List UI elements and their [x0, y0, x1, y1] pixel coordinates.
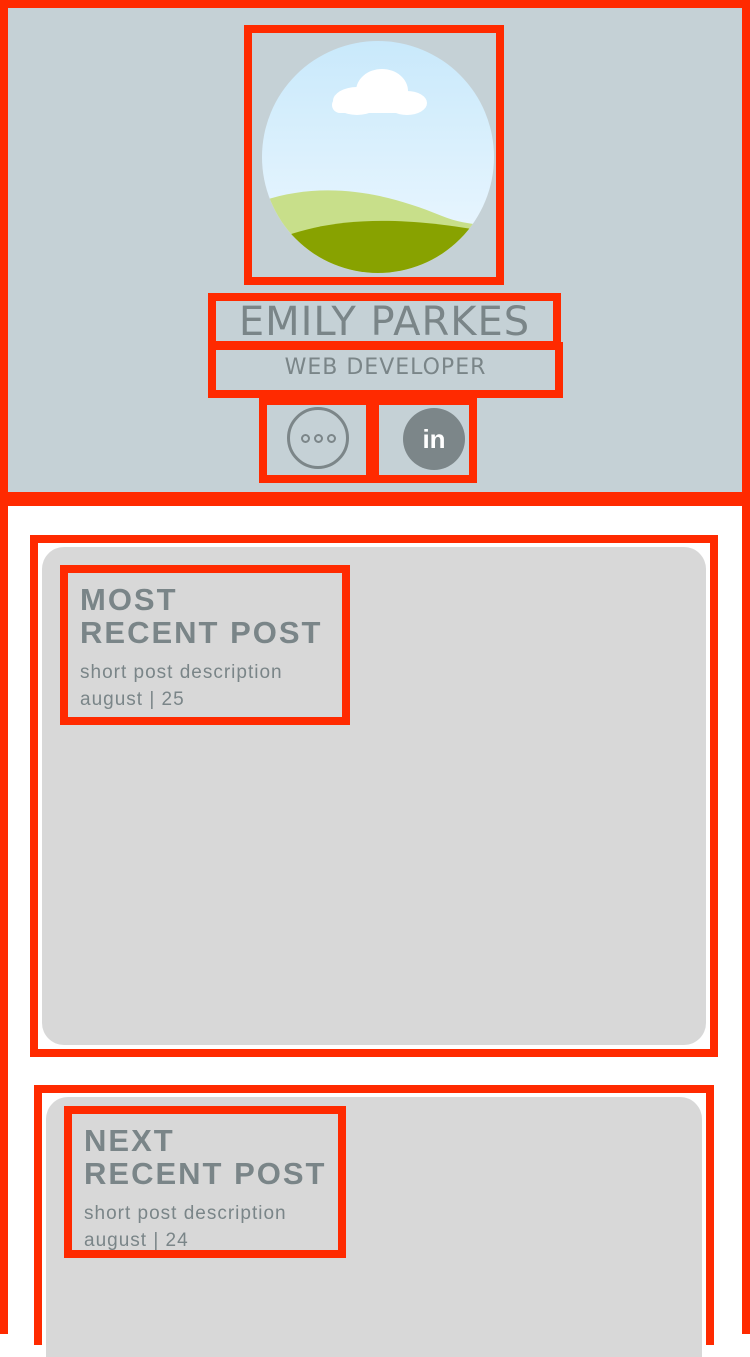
avatar[interactable]: [262, 41, 494, 273]
post-title-line1: MOST: [80, 582, 178, 617]
post-text-frame: NEXT RECENT POST short post description …: [64, 1106, 346, 1258]
post-title-line2: RECENT POST: [84, 1156, 327, 1191]
post-title[interactable]: MOST RECENT POST: [80, 583, 322, 649]
post-title-line1: NEXT: [84, 1123, 175, 1158]
dot-icon: [300, 433, 310, 443]
post-date: august | 24: [84, 1230, 189, 1251]
linkedin-button[interactable]: in: [371, 397, 477, 483]
linkedin-icon-label: in: [422, 423, 446, 454]
linkedin-icon[interactable]: in: [403, 408, 465, 470]
profile-name: EMILY PARKES: [238, 299, 531, 345]
post-text: NEXT RECENT POST short post description …: [84, 1124, 326, 1254]
avatar-frame: [244, 25, 504, 285]
post-title-line2: RECENT POST: [80, 615, 323, 650]
avatar-landscape-icon: [262, 41, 494, 273]
more-options-icon[interactable]: [287, 407, 349, 469]
post-text-frame: MOST RECENT POST short post description …: [60, 565, 350, 725]
post-description: short post description: [80, 662, 283, 683]
post-date: august | 25: [80, 689, 185, 710]
name-frame: EMILY PARKES: [208, 293, 561, 349]
post-title[interactable]: NEXT RECENT POST: [84, 1124, 326, 1190]
post-text: MOST RECENT POST short post description …: [80, 583, 322, 713]
dot-icon: [326, 433, 336, 443]
role-frame: WEB DEVELOPER: [208, 342, 563, 398]
more-button[interactable]: [259, 397, 374, 483]
post-description: short post description: [84, 1203, 287, 1224]
profile-role: WEB DEVELOPER: [284, 354, 487, 380]
dot-icon: [313, 433, 323, 443]
